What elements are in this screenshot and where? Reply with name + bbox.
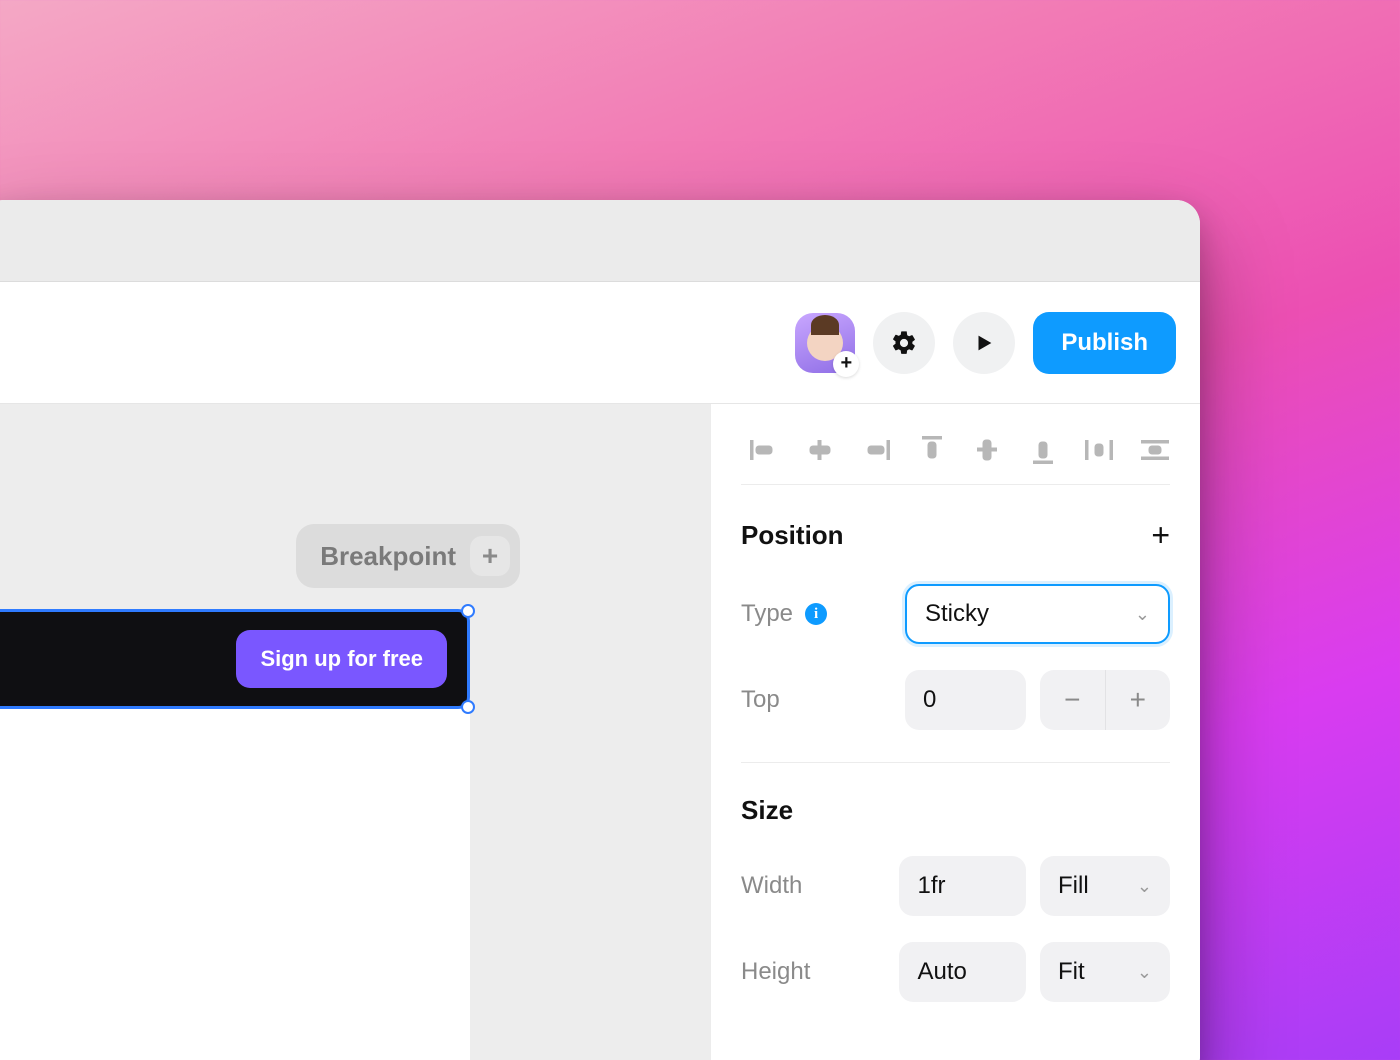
publish-button[interactable]: Publish	[1033, 312, 1176, 374]
top-input[interactable]: 0	[905, 670, 1026, 730]
decrement-button[interactable]: −	[1040, 670, 1106, 730]
signup-button[interactable]: Sign up for free	[236, 630, 447, 688]
breakpoint-label: Breakpoint	[320, 541, 456, 572]
align-top-icon[interactable]	[917, 434, 947, 466]
content-area: Breakpoint + Sign up for free	[0, 404, 1200, 1060]
selection-handle-icon[interactable]	[461, 604, 475, 618]
topbar: + Publish	[0, 282, 1200, 404]
size-section-header: Size	[741, 789, 1170, 836]
distribute-v-icon[interactable]	[1140, 434, 1170, 466]
width-row: Width 1fr Fill ⌄	[741, 850, 1170, 922]
artboard-body	[0, 709, 470, 1060]
height-input[interactable]: Auto	[899, 942, 1026, 1002]
width-input[interactable]: 1fr	[899, 856, 1026, 916]
play-icon	[973, 332, 995, 354]
width-mode-value: Fill	[1058, 872, 1089, 900]
distribute-h-icon[interactable]	[1084, 434, 1114, 466]
info-icon[interactable]: i	[805, 603, 827, 625]
align-left-icon[interactable]	[749, 434, 779, 466]
type-select[interactable]: Sticky ⌄	[905, 584, 1170, 644]
chevron-down-icon: ⌄	[1137, 962, 1152, 983]
align-bottom-icon[interactable]	[1028, 434, 1058, 466]
top-label: Top	[741, 686, 891, 714]
type-label: Type i	[741, 600, 891, 628]
window-titlebar	[0, 200, 1200, 282]
gear-icon	[890, 329, 918, 357]
top-row: Top 0 − +	[741, 664, 1170, 736]
width-mode-select[interactable]: Fill ⌄	[1040, 856, 1170, 916]
design-canvas[interactable]: Breakpoint + Sign up for free	[0, 404, 710, 1060]
add-user-icon[interactable]: +	[833, 351, 859, 377]
increment-button[interactable]: +	[1106, 670, 1171, 730]
top-stepper: − +	[1040, 670, 1170, 730]
inspector-panel: Position + Type i Sticky ⌄ Top 0 − +	[710, 404, 1200, 1060]
selection-handle-icon[interactable]	[461, 700, 475, 714]
app-window: + Publish Breakpoint + Sign up for free	[0, 200, 1200, 1060]
chevron-down-icon: ⌄	[1137, 876, 1152, 897]
align-center-h-icon[interactable]	[805, 434, 835, 466]
height-row: Height Auto Fit ⌄	[741, 936, 1170, 1008]
position-section-header: Position +	[741, 499, 1170, 564]
width-label: Width	[741, 872, 885, 900]
height-mode-value: Fit	[1058, 958, 1085, 986]
size-title: Size	[741, 795, 793, 826]
breakpoint-chip[interactable]: Breakpoint +	[296, 524, 520, 588]
chevron-down-icon: ⌄	[1135, 604, 1150, 625]
align-right-icon[interactable]	[861, 434, 891, 466]
avatar-button[interactable]: +	[795, 313, 855, 373]
selected-navbar-frame[interactable]: Sign up for free	[0, 609, 470, 709]
align-center-v-icon[interactable]	[973, 434, 1003, 466]
add-breakpoint-button[interactable]: +	[470, 536, 510, 576]
height-label: Height	[741, 958, 885, 986]
add-position-button[interactable]: +	[1151, 517, 1170, 554]
type-row: Type i Sticky ⌄	[741, 578, 1170, 650]
settings-button[interactable]	[873, 312, 935, 374]
divider	[741, 762, 1170, 763]
type-value: Sticky	[925, 600, 989, 628]
preview-button[interactable]	[953, 312, 1015, 374]
alignment-row	[741, 428, 1170, 485]
height-mode-select[interactable]: Fit ⌄	[1040, 942, 1170, 1002]
position-title: Position	[741, 520, 844, 551]
